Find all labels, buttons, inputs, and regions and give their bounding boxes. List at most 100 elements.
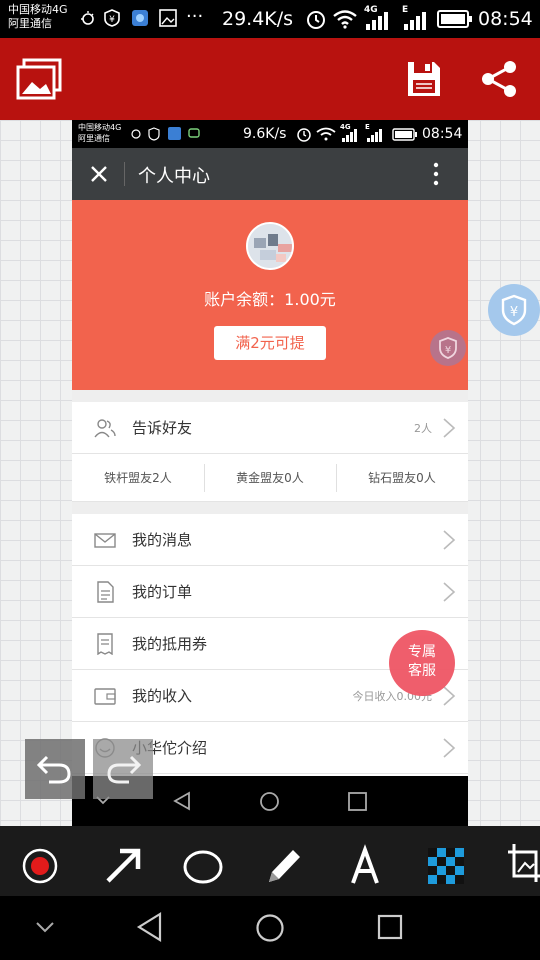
inner-app-notification-icon [168,127,181,140]
signal-strength-icon [366,12,388,30]
undo-button[interactable] [25,739,85,799]
redo-button[interactable] [93,739,153,799]
wifi-icon [333,10,357,29]
signal-strength-secondary-icon [404,12,426,30]
share-icon[interactable] [480,60,518,98]
crop-tool[interactable] [488,826,540,896]
title-divider [124,162,125,186]
inner-alarm-icon [297,128,311,142]
tell-friends-label: 告诉好友 [132,419,193,437]
inner-battery-icon [392,128,417,141]
pencil-tool[interactable] [243,826,323,896]
mosaic-icon [428,848,464,884]
menu-item-messages[interactable]: 我的消息 [72,514,468,566]
image-icon [159,9,177,27]
menu-item-label: 我的抵用券 [132,635,208,653]
more-options-icon[interactable] [432,162,440,186]
home-icon[interactable] [255,913,285,943]
inner-title-bar: 个人中心 [72,148,468,200]
account-balance: 账户余额：1.00元 [204,290,336,309]
inner-wifi-icon [316,127,336,141]
page-title: 个人中心 [138,166,210,187]
weather-icon [81,11,94,25]
more-notifications-icon: ··· [186,6,204,27]
inner-chat-icon [188,128,200,138]
recents-icon[interactable] [377,914,403,940]
text-tool[interactable] [325,826,405,896]
mail-icon [94,533,116,548]
chevron-right-icon [443,686,456,706]
editor-toolbar [0,38,540,120]
tell-friends-row[interactable]: 告诉好友 2人 [72,402,468,454]
wallet-icon [94,688,116,705]
inner-carrier-info: 中国移动4G 阿里通信 [78,122,121,144]
shield-yuan-icon: ¥ [501,294,527,326]
inner-home-icon[interactable] [259,791,280,812]
inner-status-bar: 中国移动4G 阿里通信 9.6K/s 4G E 08:54 [72,120,468,148]
chevron-right-icon [443,738,456,758]
inner-carrier-name-secondary: 阿里通信 [78,134,110,143]
inner-carrier-name: 中国移动4G [78,123,122,132]
carrier-info: 中国移动4G 阿里通信 [8,3,68,31]
service-label-line2: 客服 [408,663,436,679]
record-tool[interactable] [0,826,80,896]
receipt-icon [97,633,113,655]
chevron-right-icon [443,418,456,438]
undo-icon [36,755,71,784]
svg-text:¥: ¥ [510,305,518,320]
service-label-line1: 专属 [408,644,436,660]
ellipse-tool[interactable] [163,826,243,896]
inner-back-icon[interactable] [172,791,192,811]
chevron-right-icon [443,582,456,602]
carrier-name-secondary: 阿里通信 [8,17,52,30]
wallet-shield-icon-small[interactable]: ¥ [430,330,466,366]
avatar[interactable] [246,222,294,270]
ellipse-icon [183,850,223,884]
save-icon[interactable] [406,60,442,98]
battery-icon [437,10,472,28]
chevron-down-icon[interactable] [36,922,54,934]
menu-item-label: 我的订单 [132,583,193,601]
screenshot-preview[interactable]: 中国移动4G 阿里通信 9.6K/s 4G E 08:54 个人中心 账户余额：… [72,120,468,826]
arrow-icon [106,848,141,883]
back-icon[interactable] [136,912,164,942]
pencil-icon [269,850,300,882]
inner-signal-icon [342,129,357,142]
mosaic-tool[interactable] [406,826,486,896]
app-notification-icon [132,10,148,26]
inner-net-speed: 9.6K/s [243,126,287,142]
net-speed: 29.4K/s [222,8,294,30]
withdraw-button[interactable]: 满2元可提 [214,326,326,360]
avatar-blurred-image [248,224,292,268]
gallery-icon[interactable] [16,58,62,100]
inner-clock: 08:54 [422,126,463,142]
svg-text:¥: ¥ [445,345,451,356]
text-icon [351,844,379,884]
document-icon [97,581,114,603]
menu-item-label: 我的消息 [132,531,193,549]
customer-service-button[interactable]: 专属 客服 [389,630,455,696]
shield-yuan-icon: ¥ [439,337,457,359]
inner-signal-secondary-icon [367,129,382,142]
carrier-name: 中国移动4G [8,3,68,16]
menu-item-orders[interactable]: 我的订单 [72,566,468,618]
inner-recents-icon[interactable] [348,792,367,811]
chevron-right-icon [443,530,456,550]
wallet-shield-icon: ¥ [104,9,120,27]
tier-gold[interactable]: 黄金盟友0人 [204,454,336,502]
redo-icon [107,755,142,784]
arrow-tool[interactable] [82,826,162,896]
section-gap [72,502,468,514]
menu-item-label: 我的收入 [132,687,193,705]
system-nav-bar [0,896,540,960]
wallet-shield-icon-large[interactable]: ¥ [488,284,540,336]
drawing-tools [0,826,540,896]
svg-text:¥: ¥ [109,15,115,25]
tier-diamond[interactable]: 钻石盟友0人 [336,454,468,502]
section-gap [72,390,468,402]
close-icon[interactable] [90,165,108,183]
alarm-icon [307,11,325,29]
tier-iron[interactable]: 铁杆盟友2人 [72,454,204,502]
record-icon [22,848,58,884]
inner-wallet-shield-icon [148,127,160,141]
